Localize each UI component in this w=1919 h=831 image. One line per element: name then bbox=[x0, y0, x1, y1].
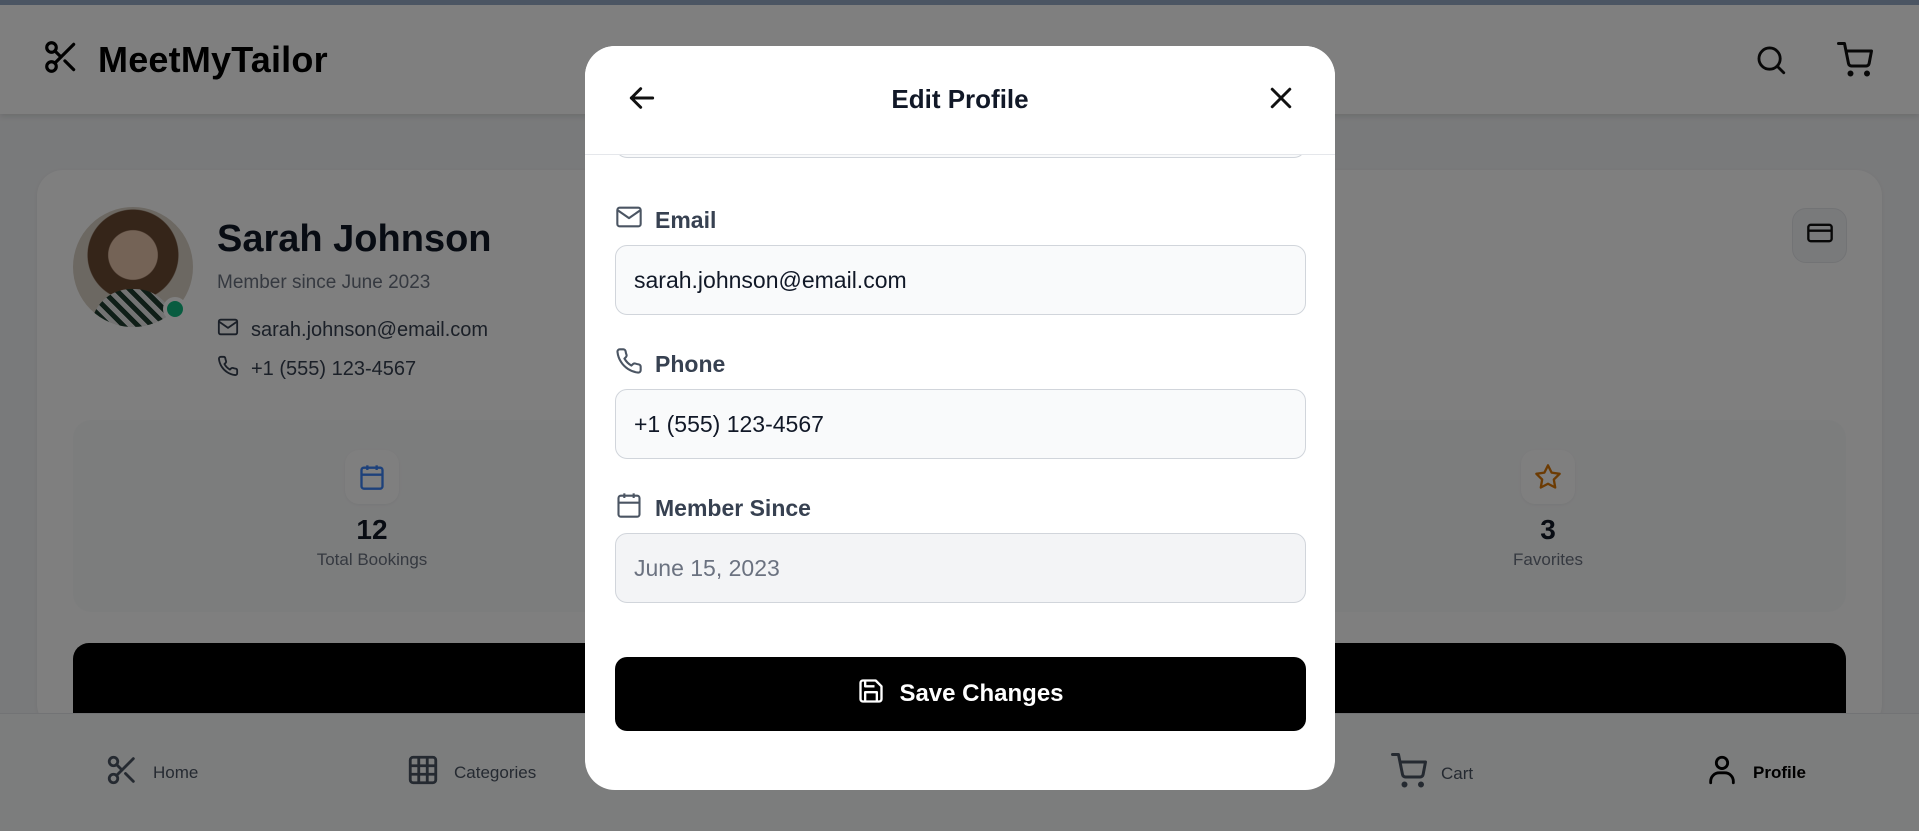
close-icon bbox=[1266, 83, 1296, 118]
field-label-text: Email bbox=[655, 206, 717, 233]
modal-header: Edit Profile bbox=[585, 46, 1335, 155]
close-button[interactable] bbox=[1261, 80, 1301, 120]
email-field[interactable] bbox=[615, 245, 1306, 315]
phone-field[interactable] bbox=[615, 389, 1306, 459]
edit-profile-modal: Edit Profile Email Phone Member Since bbox=[585, 46, 1335, 790]
email-label: Email bbox=[615, 203, 716, 237]
modal-title: Edit Profile bbox=[891, 84, 1029, 114]
field-label-text: Member Since bbox=[655, 494, 811, 521]
phone-icon bbox=[615, 347, 643, 381]
save-icon bbox=[857, 677, 885, 712]
calendar-icon bbox=[615, 491, 643, 525]
mail-icon bbox=[615, 203, 643, 237]
save-button-label: Save Changes bbox=[899, 680, 1064, 707]
member-since-label: Member Since bbox=[615, 491, 811, 525]
save-changes-button[interactable]: Save Changes bbox=[615, 657, 1306, 731]
top-strip bbox=[0, 0, 1919, 5]
phone-label: Phone bbox=[615, 347, 725, 381]
field-label-text: Phone bbox=[655, 350, 726, 377]
member-since-field bbox=[615, 533, 1306, 603]
